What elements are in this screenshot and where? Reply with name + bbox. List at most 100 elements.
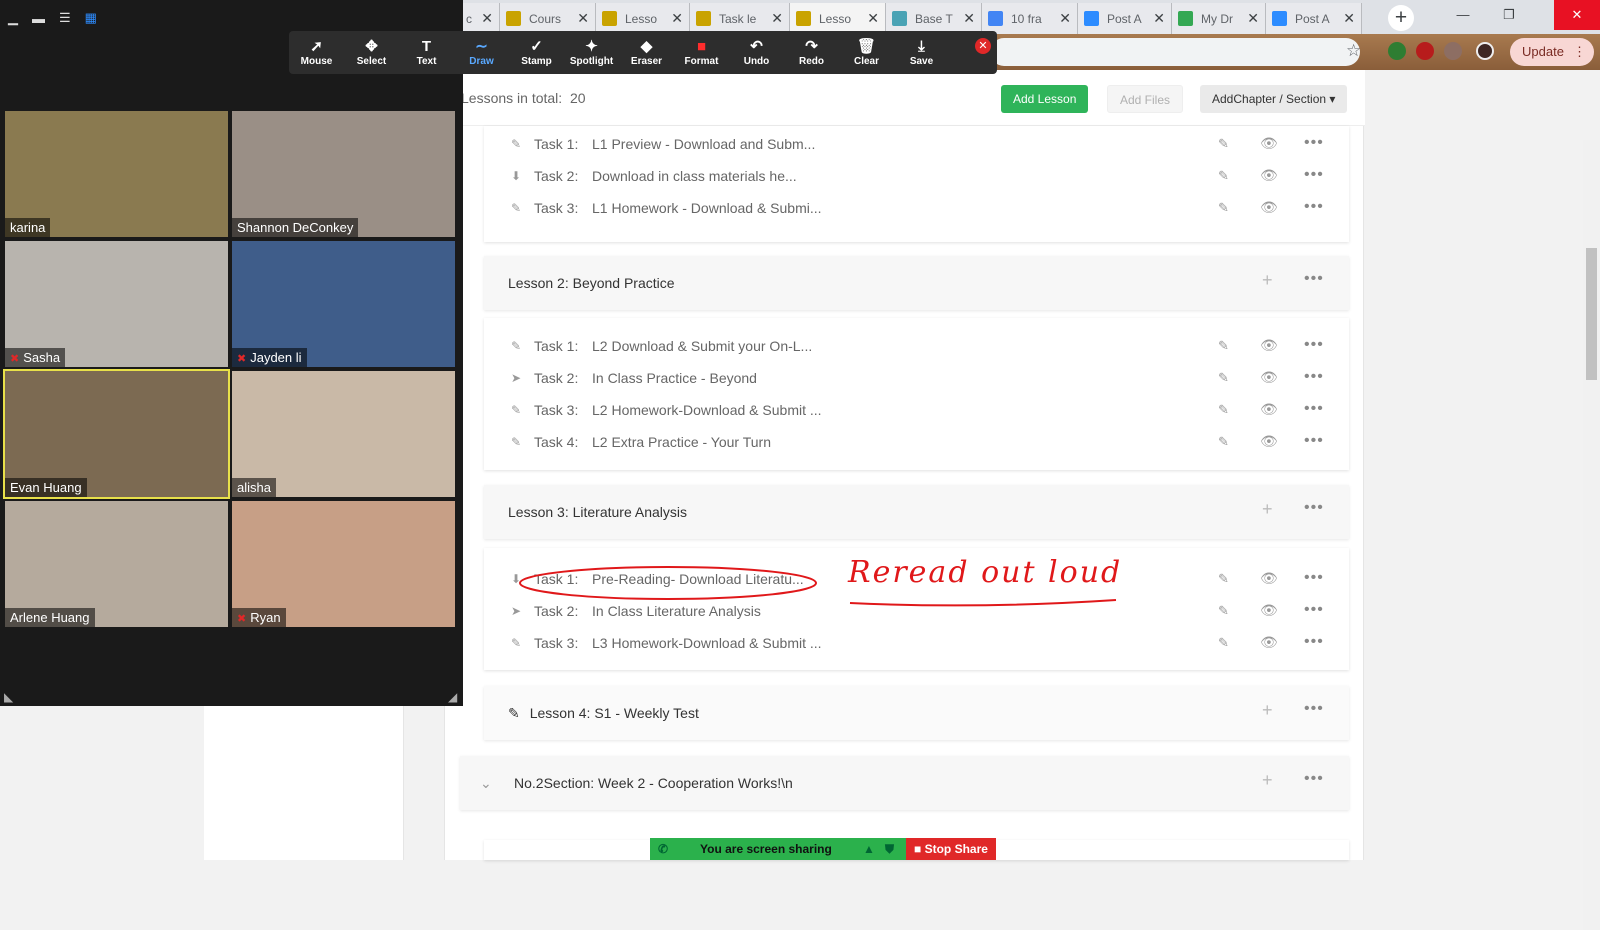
task-name[interactable]: L1 Homework - Download & Submi... bbox=[592, 200, 822, 216]
view-eye-icon[interactable]: 👁 bbox=[1260, 369, 1278, 386]
participant-video-tile[interactable]: Evan Huang bbox=[3, 369, 230, 499]
task-name[interactable]: L3 Homework-Download & Submit ... bbox=[592, 635, 822, 651]
participant-video-tile[interactable]: ✖ Sasha bbox=[5, 241, 228, 367]
browser-tab[interactable]: Lesso ✕ bbox=[790, 3, 886, 34]
view-eye-icon[interactable]: 👁 bbox=[1260, 167, 1278, 184]
lesson-3-header[interactable]: Lesson 3: Literature Analysis + ••• bbox=[484, 485, 1349, 539]
edit-pencil-icon[interactable]: ✎ bbox=[1218, 200, 1229, 216]
view-eye-icon[interactable]: 👁 bbox=[1260, 433, 1278, 450]
browser-tab[interactable]: My Dr ✕ bbox=[1172, 3, 1266, 34]
update-button[interactable]: Update ⋮ bbox=[1510, 38, 1594, 66]
lesson-4-header[interactable]: ✎ Lesson 4: S1 - Weekly Test + ••• bbox=[484, 686, 1349, 740]
task-row[interactable]: ✎ Task 1: L2 Download & Submit your On-L..… bbox=[508, 333, 1343, 361]
more-options-icon[interactable]: ••• bbox=[1304, 601, 1324, 619]
view-eye-icon[interactable]: 👁 bbox=[1260, 135, 1278, 152]
view-eye-icon[interactable]: 👁 bbox=[1260, 634, 1278, 651]
task-row[interactable]: ✎ Task 3: L2 Homework-Download & Submit ..… bbox=[508, 397, 1343, 425]
more-options-icon[interactable]: ••• bbox=[1304, 569, 1324, 587]
annotation-tool-save[interactable]: ⤓ Save bbox=[894, 31, 949, 74]
edit-pencil-icon[interactable]: ✎ bbox=[1218, 635, 1229, 651]
task-row[interactable]: ✎ Task 1: L1 Preview - Download and Subm..… bbox=[508, 131, 1343, 159]
close-annotation-icon[interactable]: ✕ bbox=[975, 38, 991, 54]
view-eye-icon[interactable]: 👁 bbox=[1260, 401, 1278, 418]
task-name[interactable]: In Class Practice - Beyond bbox=[592, 370, 757, 386]
add-task-icon[interactable]: + bbox=[1262, 499, 1273, 520]
new-tab-button[interactable]: + bbox=[1388, 5, 1414, 31]
more-options-icon[interactable]: ••• bbox=[1304, 633, 1324, 651]
add-chapter-section-dropdown[interactable]: AddChapter / Section ▾ bbox=[1200, 85, 1348, 113]
puzzle-extensions-icon[interactable] bbox=[1444, 42, 1462, 60]
window-minimize-button[interactable]: — bbox=[1440, 0, 1486, 30]
add-task-icon[interactable]: + bbox=[1262, 700, 1273, 721]
annotation-tool-undo[interactable]: ↶ Undo bbox=[729, 31, 784, 74]
participant-video-tile[interactable]: karina bbox=[5, 111, 228, 237]
view-eye-icon[interactable]: 👁 bbox=[1260, 199, 1278, 216]
task-name[interactable]: L1 Preview - Download and Subm... bbox=[592, 136, 815, 152]
task-row[interactable]: ⬇ Task 2: Download in class materials he..… bbox=[508, 163, 1343, 191]
add-files-button[interactable]: Add Files bbox=[1107, 85, 1184, 113]
edit-pencil-icon[interactable]: ✎ bbox=[1218, 603, 1229, 619]
screen-sharing-indicator[interactable]: ✆ You are screen sharing ▲ ⛊ bbox=[650, 838, 906, 860]
participant-video-tile[interactable]: Shannon DeConkey bbox=[232, 111, 455, 237]
edit-pencil-icon[interactable]: ✎ bbox=[1218, 434, 1229, 450]
task-row[interactable]: ➤ Task 2: In Class Literature Analysis ✎ 👁 ••… bbox=[508, 598, 1343, 626]
task-row[interactable]: ➤ Task 2: In Class Practice - Beyond ✎ 👁 ••• bbox=[508, 365, 1343, 393]
task-name[interactable]: L2 Download & Submit your On-L... bbox=[592, 338, 812, 354]
more-options-icon[interactable]: ••• bbox=[1304, 700, 1324, 718]
view-eye-icon[interactable]: 👁 bbox=[1260, 570, 1278, 587]
task-name[interactable]: Download in class materials he... bbox=[592, 168, 797, 184]
more-options-icon[interactable]: ••• bbox=[1304, 499, 1324, 517]
annotation-tool-spotlight[interactable]: ✦ Spotlight bbox=[564, 31, 619, 74]
edit-pencil-icon[interactable]: ✎ bbox=[1218, 338, 1229, 354]
window-restore-button[interactable]: ❐ bbox=[1486, 0, 1532, 30]
gallery-view-icon[interactable]: ▦ bbox=[85, 10, 97, 26]
bookmark-star-icon[interactable]: ☆ bbox=[1346, 41, 1361, 61]
task-row[interactable]: ✎ Task 3: L3 Homework-Download & Submit ..… bbox=[508, 630, 1343, 658]
close-icon[interactable]: ✕ bbox=[867, 10, 879, 27]
edit-pencil-icon[interactable]: ✎ bbox=[1218, 370, 1229, 386]
close-icon[interactable]: ✕ bbox=[1343, 10, 1355, 27]
browser-tab[interactable]: Lesso ✕ bbox=[596, 3, 690, 34]
annotation-tool-format[interactable]: ■ Format bbox=[674, 31, 729, 74]
close-icon[interactable]: ✕ bbox=[481, 10, 493, 27]
edit-pencil-icon[interactable]: ✎ bbox=[1218, 168, 1229, 184]
participant-video-tile[interactable]: Arlene Huang bbox=[5, 501, 228, 627]
address-bar[interactable] bbox=[990, 38, 1360, 66]
close-icon[interactable]: ✕ bbox=[1247, 10, 1259, 27]
view-eye-icon[interactable]: 👁 bbox=[1260, 337, 1278, 354]
stop-share-button[interactable]: ■ Stop Share bbox=[906, 838, 996, 860]
annotation-tool-select[interactable]: ✥ Select bbox=[344, 31, 399, 74]
browser-menu-icon[interactable]: ⋮ bbox=[1573, 38, 1586, 66]
more-options-icon[interactable]: ••• bbox=[1304, 770, 1324, 788]
edit-pencil-icon[interactable]: ✎ bbox=[1218, 402, 1229, 418]
more-options-icon[interactable]: ••• bbox=[1304, 198, 1324, 216]
add-task-icon[interactable]: + bbox=[1262, 770, 1273, 791]
add-lesson-button[interactable]: Add Lesson bbox=[1001, 85, 1089, 113]
browser-tab[interactable]: Base T ✕ bbox=[886, 3, 982, 34]
profile-avatar[interactable] bbox=[1476, 42, 1494, 60]
browser-tab[interactable]: 10 fra ✕ bbox=[982, 3, 1078, 34]
window-close-button[interactable]: ✕ bbox=[1554, 0, 1600, 30]
more-options-icon[interactable]: ••• bbox=[1304, 368, 1324, 386]
annotation-tool-stamp[interactable]: ✓ Stamp bbox=[509, 31, 564, 74]
resize-handle-icon[interactable]: ◢ bbox=[448, 690, 457, 704]
participant-video-tile[interactable]: ✖ Ryan bbox=[232, 501, 455, 627]
task-name[interactable]: Pre-Reading- Download Literatu... bbox=[592, 571, 804, 587]
more-options-icon[interactable]: ••• bbox=[1304, 270, 1324, 288]
participant-video-tile[interactable]: alisha bbox=[232, 371, 455, 497]
more-options-icon[interactable]: ••• bbox=[1304, 400, 1324, 418]
extension-icon[interactable] bbox=[1388, 42, 1406, 60]
lesson-2-header[interactable]: Lesson 2: Beyond Practice + ••• bbox=[484, 256, 1349, 310]
thumbnail-view-icon[interactable]: ▬ bbox=[32, 11, 45, 26]
task-name[interactable]: L2 Extra Practice - Your Turn bbox=[592, 434, 771, 450]
chevron-down-icon[interactable]: ⌄ bbox=[480, 775, 492, 792]
view-eye-icon[interactable]: 👁 bbox=[1260, 602, 1278, 619]
browser-tab[interactable]: Task le ✕ bbox=[690, 3, 790, 34]
close-icon[interactable]: ✕ bbox=[771, 10, 783, 27]
annotation-tool-text[interactable]: T Text bbox=[399, 31, 454, 74]
close-icon[interactable]: ✕ bbox=[963, 10, 975, 27]
annotation-tool-mouse[interactable]: ➚ Mouse bbox=[289, 31, 344, 74]
task-name[interactable]: L2 Homework-Download & Submit ... bbox=[592, 402, 822, 418]
task-row[interactable]: ✎ Task 4: L2 Extra Practice - Your Turn ✎ 👁 •… bbox=[508, 429, 1343, 457]
browser-tab[interactable]: Post A ✕ bbox=[1266, 3, 1362, 34]
